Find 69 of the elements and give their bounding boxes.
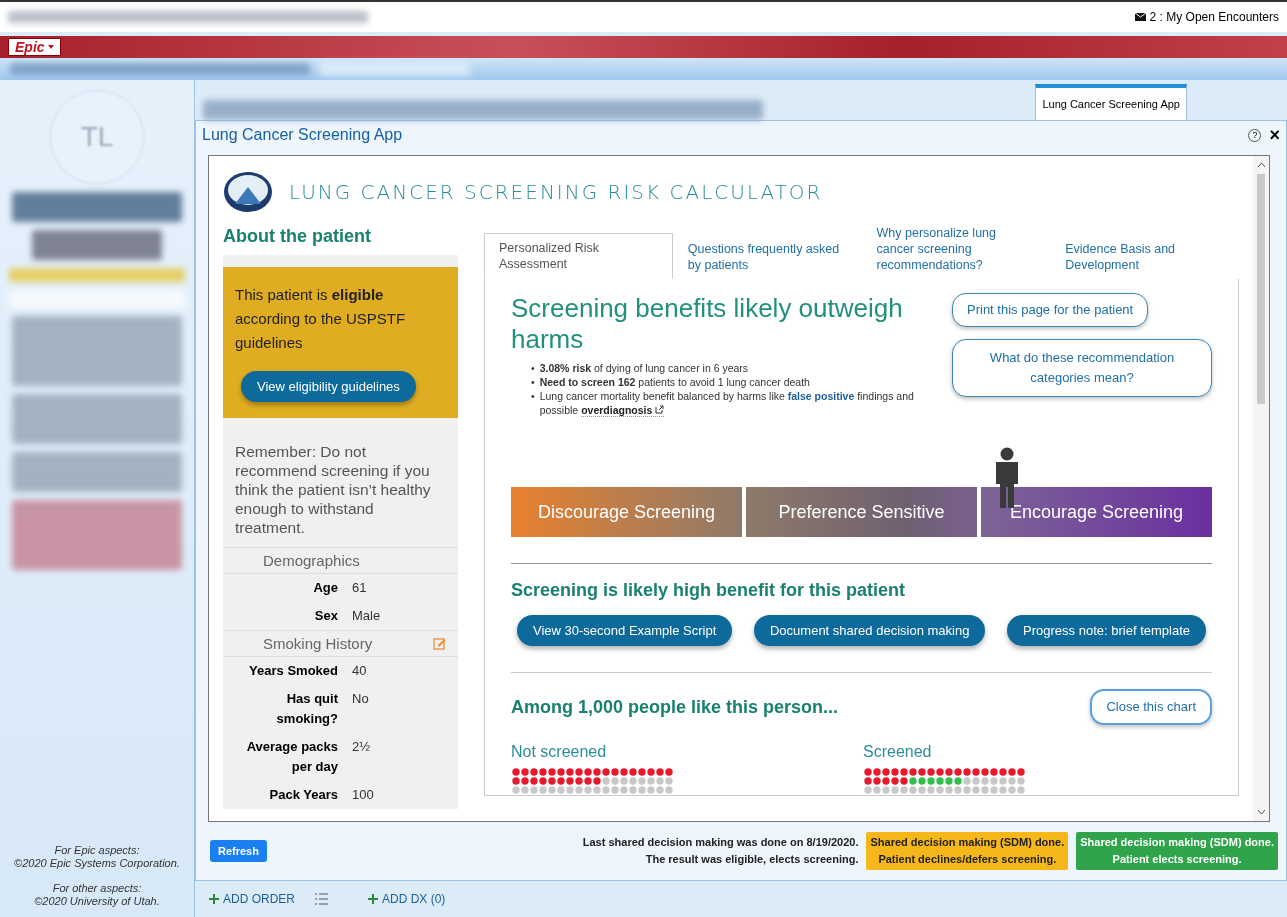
- plus-icon: [368, 894, 378, 904]
- action-button[interactable]: Progress note: brief template: [1007, 615, 1206, 646]
- eligibility-guidelines-button[interactable]: View eligibility guidelines: [241, 371, 416, 402]
- field-value: 61: [352, 579, 368, 597]
- copyright-text: For other aspects:: [52, 882, 142, 894]
- scroll-thumb[interactable]: [1257, 174, 1265, 404]
- benefit-heading: Screening is likely high benefit for this patient: [511, 580, 907, 601]
- caret-icon: [47, 45, 54, 49]
- scroll-up-icon: [1256, 162, 1266, 168]
- field-label: Age: [312, 579, 338, 597]
- section-title: Smoking History: [263, 635, 373, 652]
- group-label: Screened: [863, 743, 933, 761]
- close-chart-button[interactable]: Close this chart: [1090, 689, 1212, 725]
- list-icon[interactable]: [315, 893, 328, 905]
- lungs-logo-icon: [223, 171, 273, 213]
- scroll-down-icon: [1256, 809, 1266, 815]
- copyright-text: ©2020 Epic Systems Corporation.: [14, 857, 180, 869]
- open-encounters-link[interactable]: 2 : My Open Encounters: [1134, 10, 1279, 24]
- outline-button[interactable]: Print this page for the patient: [952, 293, 1149, 327]
- section-heading: About the patient: [223, 226, 372, 247]
- bullet-text: 3.08% risk of dying of lung cancer in 6 years: [539, 361, 749, 375]
- activity-tab[interactable]: Lung Cancer Screening App: [1035, 84, 1187, 120]
- recommendation-segment: Preference Sensitive: [746, 487, 977, 537]
- action-button[interactable]: View 30-second Example Script: [517, 615, 733, 646]
- field-value: 100: [352, 786, 375, 804]
- false-positive-link[interactable]: false positive: [787, 390, 855, 402]
- copyright-text: ©2020 University of Utah.: [34, 895, 160, 907]
- recommendation-segment: Discourage Screening: [511, 487, 742, 537]
- content-tab[interactable]: Personalized Risk Assessment: [484, 233, 673, 279]
- copyright-text: For Epic aspects:: [54, 844, 140, 856]
- last-sdm-text: Last shared decision making was done on 8/19/2020. The result was eligible, elects screening.: [582, 835, 859, 867]
- eligibility-text: This patient is eligible according to the USPSTF guidelines: [235, 286, 406, 351]
- field-value: 40: [352, 662, 368, 680]
- recommendation-headline: Screening benefits likely outweigh harms: [511, 293, 904, 355]
- plus-icon: [209, 894, 219, 904]
- sdm-status-button[interactable]: Shared decision making (SDM) done. Patient elects screening.: [1076, 832, 1278, 870]
- epic-menu-button[interactable]: Epic: [8, 38, 61, 56]
- sdm-status-button[interactable]: Shared decision making (SDM) done. Patient declines/defers screening.: [866, 832, 1069, 870]
- field-value: Male: [352, 607, 382, 625]
- bullet-text: Lung cancer mortality benefit balanced by harms like false positive findings and possible overdiagnosis: [539, 389, 915, 417]
- chart-heading: Among 1,000 people like this person...: [511, 696, 839, 718]
- app-title: LUNG CANCER SCREENING RISK CALCULATOR: [289, 180, 823, 204]
- field-label: Has quit smoking?: [275, 690, 338, 728]
- bullet-marker: •: [531, 361, 535, 375]
- reminder-text: Remember: Do not recommend screening if you think the patient isn’t healthy enough to withstand treatment.: [234, 442, 432, 538]
- external-link-icon: [655, 405, 665, 414]
- field-label: Average packs per day: [245, 738, 338, 776]
- field-label: Pack Years: [268, 786, 338, 804]
- field-label: Years Smoked: [248, 662, 338, 680]
- field-value: 2½: [352, 738, 372, 756]
- bullet-marker: •: [531, 389, 535, 403]
- field-value: No: [352, 690, 370, 708]
- panel-title: Lung Cancer Screening App: [202, 126, 403, 144]
- scrollbar[interactable]: [1253, 156, 1269, 821]
- add-diagnosis-button[interactable]: ADD DX (0): [368, 892, 446, 906]
- field-label: Sex: [313, 607, 338, 625]
- edit-icon[interactable]: [433, 637, 446, 650]
- avatar-initials: TL: [50, 90, 144, 184]
- refresh-button[interactable]: Refresh: [210, 840, 267, 862]
- bullet-text: Need to screen 162 patients to avoid 1 lung cancer death: [539, 375, 810, 389]
- outline-button[interactable]: What do these recommendation categories mean?: [952, 339, 1212, 397]
- overdiagnosis-link[interactable]: overdiagnosis: [581, 404, 665, 417]
- mail-icon: [1134, 13, 1146, 21]
- action-button[interactable]: Document shared decision making: [753, 615, 986, 646]
- add-order-button[interactable]: ADD ORDER: [209, 892, 295, 906]
- bullet-marker: •: [531, 375, 535, 389]
- close-button[interactable]: ×: [1269, 126, 1280, 144]
- group-label: Not screened: [511, 743, 608, 761]
- section-title: Demographics: [263, 552, 360, 569]
